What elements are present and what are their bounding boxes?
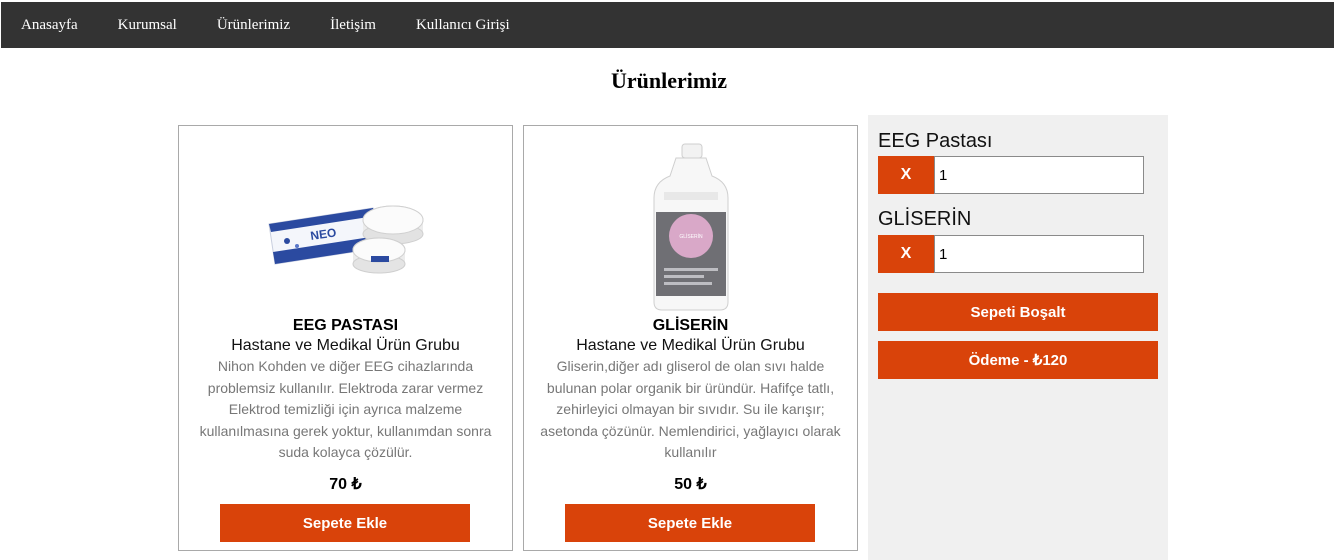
glycerin-bottle-image: GLİSERİN: [653, 143, 728, 311]
nav-link-products[interactable]: Ürünlerimiz: [197, 17, 310, 34]
cart-item-row: X: [878, 235, 1144, 273]
top-navbar: Anasayfa Kurumsal Ürünlerimiz İletişim K…: [1, 2, 1334, 48]
cart-item-name: GLİSERİN: [878, 208, 972, 230]
product-name: EEG PASTASI: [292, 317, 399, 334]
remove-item-button[interactable]: X: [878, 156, 934, 194]
remove-item-button[interactable]: X: [878, 235, 934, 273]
product-card-glycerin: GLİSERİN GLİSERİN Hastane ve Medikal Ürü…: [523, 125, 858, 551]
nav-link-home[interactable]: Anasayfa: [1, 17, 98, 34]
page-title: Ürünlerimiz: [610, 68, 728, 93]
nav-link-contact[interactable]: İletişim: [310, 17, 396, 34]
add-to-cart-button[interactable]: Sepete Ekle: [565, 504, 815, 542]
product-card-eeg: NEO EEG PASTASI Hastane ve Medikal Ürün …: [178, 125, 513, 551]
product-description: Gliserin,diğer adı gliserol de olan sıvı…: [540, 358, 841, 460]
empty-cart-button[interactable]: Sepeti Boşalt: [878, 293, 1158, 331]
cart-panel: EEG Pastası X GLİSERİN X Sepeti Boşalt Ö…: [868, 115, 1168, 560]
cart-item-name: EEG Pastası: [878, 130, 993, 152]
product-price: 50 ₺: [674, 476, 707, 493]
quantity-input[interactable]: [934, 156, 1144, 194]
quantity-input[interactable]: [934, 235, 1144, 273]
eeg-paste-product-image: NEO: [267, 205, 423, 274]
product-category: Hastane ve Medikal Ürün Grubu: [576, 337, 805, 354]
product-price: 70 ₺: [329, 476, 362, 493]
nav-link-login[interactable]: Kullanıcı Girişi: [396, 17, 530, 34]
add-to-cart-button[interactable]: Sepete Ekle: [220, 504, 470, 542]
nav-link-corporate[interactable]: Kurumsal: [98, 17, 197, 34]
product-name: GLİSERİN: [652, 317, 729, 334]
cart-item-row: X: [878, 156, 1144, 194]
product-description: Nihon Kohden ve diğer EEG cihazlarında p…: [199, 358, 492, 460]
product-category: Hastane ve Medikal Ürün Grubu: [231, 337, 460, 354]
svg-text:GLİSERİN: GLİSERİN: [679, 233, 703, 240]
checkout-button[interactable]: Ödeme - ₺120: [878, 341, 1158, 379]
